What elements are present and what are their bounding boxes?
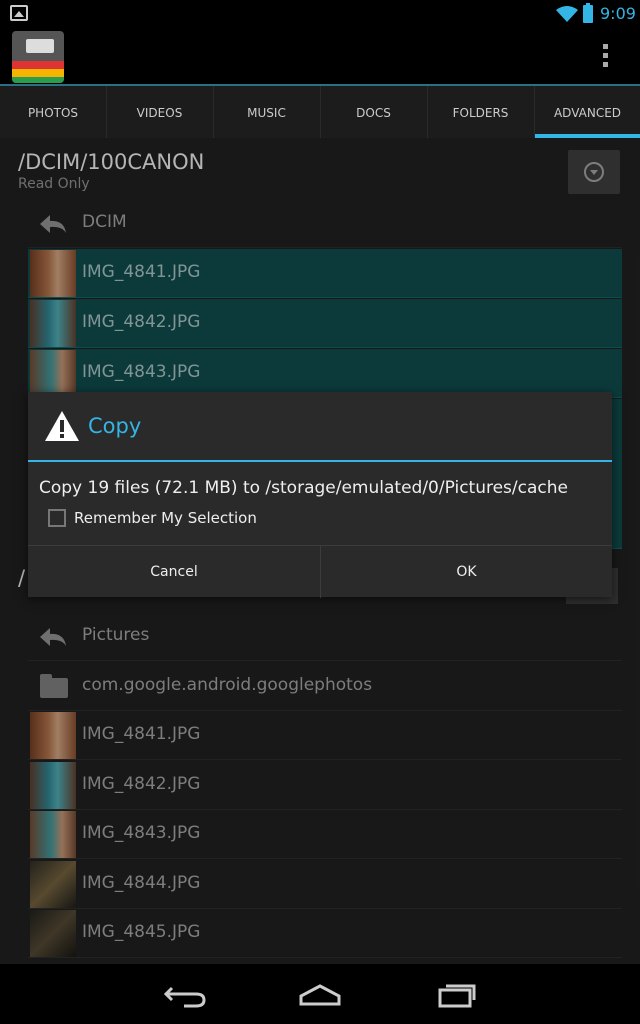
overflow-menu-icon[interactable] xyxy=(598,44,612,68)
app-icon[interactable] xyxy=(12,31,64,83)
ok-button[interactable]: OK xyxy=(320,546,612,598)
action-bar xyxy=(0,28,640,84)
tab-advanced[interactable]: ADVANCED xyxy=(534,86,640,138)
picture-notification-icon xyxy=(10,5,28,21)
home-icon[interactable] xyxy=(295,980,345,1010)
tab-folders[interactable]: FOLDERS xyxy=(427,86,533,138)
tab-docs[interactable]: DOCS xyxy=(320,86,426,138)
clock: 9:09 xyxy=(600,4,636,23)
dialog-buttons: Cancel OK xyxy=(28,545,612,598)
navigation-bar xyxy=(0,964,640,1024)
tab-photos[interactable]: PHOTOS xyxy=(0,86,106,138)
warning-icon xyxy=(45,411,79,441)
remember-selection-checkbox[interactable] xyxy=(48,509,66,527)
cancel-button[interactable]: Cancel xyxy=(28,546,320,598)
copy-dialog: Copy Copy 19 files (72.1 MB) to /storage… xyxy=(28,392,612,598)
wifi-icon xyxy=(556,6,578,22)
tab-bar: PHOTOS VIDEOS MUSIC DOCS FOLDERS ADVANCE… xyxy=(0,84,640,138)
dialog-header: Copy xyxy=(28,392,612,462)
tab-music[interactable]: MUSIC xyxy=(213,86,319,138)
battery-icon xyxy=(583,3,593,23)
tab-videos[interactable]: VIDEOS xyxy=(106,86,212,138)
back-icon[interactable] xyxy=(162,980,212,1010)
recent-apps-icon[interactable] xyxy=(432,980,482,1010)
dialog-title: Copy xyxy=(88,414,142,438)
status-bar: 9:09 xyxy=(0,0,640,28)
dialog-message: Copy 19 files (72.1 MB) to /storage/emul… xyxy=(39,478,568,498)
remember-selection-label[interactable]: Remember My Selection xyxy=(74,509,257,527)
